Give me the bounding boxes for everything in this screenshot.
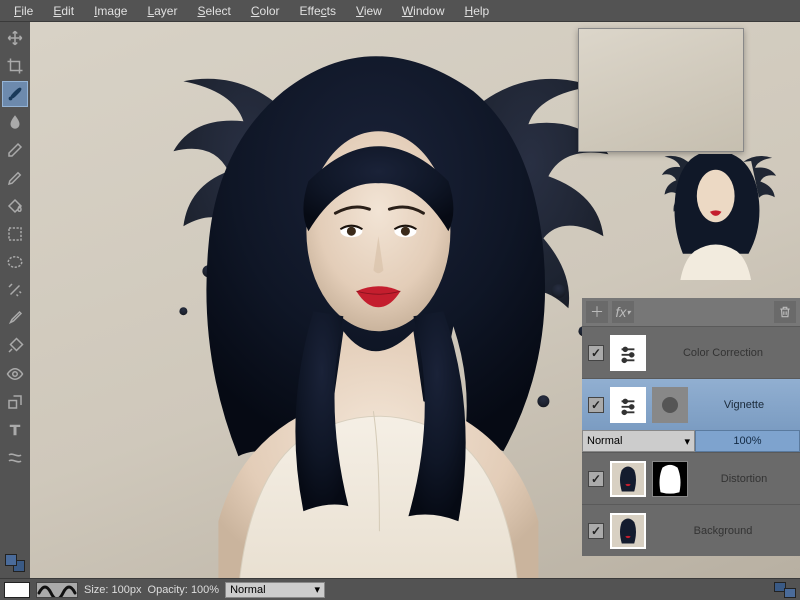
add-layer-button[interactable]: ＋ bbox=[586, 301, 608, 323]
text-tool[interactable] bbox=[2, 417, 28, 443]
layer-name: Background bbox=[652, 525, 794, 537]
layer-blend-row: Normal ▾ 100% bbox=[582, 430, 800, 452]
brush-color-swatch[interactable] bbox=[4, 582, 30, 598]
menu-color[interactable]: Color bbox=[241, 2, 290, 20]
layer-mask-thumbnail bbox=[652, 461, 688, 497]
heal-tool[interactable] bbox=[2, 333, 28, 359]
layer-fx-button[interactable]: fx▾ bbox=[612, 301, 634, 323]
menu-bar: File Edit Image Layer Select Color Effec… bbox=[0, 0, 800, 22]
clone-tool[interactable] bbox=[2, 389, 28, 415]
menu-help[interactable]: Help bbox=[455, 2, 500, 20]
menu-edit[interactable]: Edit bbox=[43, 2, 84, 20]
navigator-panel[interactable] bbox=[578, 28, 744, 152]
menu-view[interactable]: View bbox=[346, 2, 392, 20]
warp-tool[interactable] bbox=[2, 445, 28, 471]
layer-opacity-input[interactable]: 100% bbox=[695, 430, 800, 452]
layers-panel-header: ＋ fx▾ bbox=[582, 298, 800, 326]
canvas[interactable]: ＋ fx▾ Color Correction Vignette bbox=[30, 22, 800, 578]
layer-thumbnail bbox=[610, 387, 646, 423]
layer-row-background[interactable]: Background bbox=[582, 504, 800, 556]
layer-thumbnail bbox=[610, 335, 646, 371]
menu-file[interactable]: File bbox=[4, 2, 43, 20]
menu-image[interactable]: Image bbox=[84, 2, 137, 20]
layer-visibility-toggle[interactable] bbox=[588, 523, 604, 539]
menu-effects[interactable]: Effects bbox=[290, 2, 346, 20]
secondary-color-swatches[interactable] bbox=[774, 582, 796, 598]
color-swatches[interactable] bbox=[3, 552, 27, 574]
layer-row-color-correction[interactable]: Color Correction bbox=[582, 326, 800, 378]
color-picker-tool[interactable] bbox=[2, 305, 28, 331]
layer-thumbnail bbox=[610, 461, 646, 497]
crop-tool[interactable] bbox=[2, 53, 28, 79]
delete-layer-button[interactable] bbox=[774, 301, 796, 323]
magic-wand-tool[interactable] bbox=[2, 277, 28, 303]
chevron-down-icon: ▾ bbox=[684, 435, 690, 448]
move-tool[interactable] bbox=[2, 25, 28, 51]
brush-opacity-label: Opacity: 100% bbox=[148, 584, 220, 596]
foreground-color-swatch[interactable] bbox=[5, 554, 17, 566]
layer-row-vignette[interactable]: Vignette bbox=[582, 378, 800, 430]
fill-tool[interactable] bbox=[2, 193, 28, 219]
smudge-tool[interactable] bbox=[2, 109, 28, 135]
brush-tool[interactable] bbox=[2, 81, 28, 107]
layers-panel: ＋ fx▾ Color Correction Vignette bbox=[582, 298, 800, 556]
brush-blend-select[interactable]: Normal ▾ bbox=[225, 582, 325, 598]
menu-layer[interactable]: Layer bbox=[137, 2, 187, 20]
navigator-thumbnail bbox=[636, 154, 685, 282]
menu-window[interactable]: Window bbox=[392, 2, 455, 20]
layer-thumbnail bbox=[610, 513, 646, 549]
chevron-down-icon: ▾ bbox=[315, 583, 321, 596]
blend-mode-select[interactable]: Normal ▾ bbox=[582, 430, 695, 452]
eraser-tool[interactable] bbox=[2, 137, 28, 163]
brush-blend-value: Normal bbox=[230, 584, 265, 596]
layer-visibility-toggle[interactable] bbox=[588, 471, 604, 487]
brush-size-label: Size: 100px bbox=[84, 584, 142, 596]
visibility-tool[interactable] bbox=[2, 361, 28, 387]
blend-mode-value: Normal bbox=[587, 435, 622, 447]
canvas-image bbox=[113, 31, 633, 578]
layer-visibility-toggle[interactable] bbox=[588, 397, 604, 413]
layer-name: Color Correction bbox=[652, 347, 794, 359]
ellipse-select-tool[interactable] bbox=[2, 249, 28, 275]
layer-name: Vignette bbox=[694, 399, 794, 411]
tool-options-bar: Size: 100px Opacity: 100% Normal ▾ bbox=[0, 578, 800, 600]
rect-select-tool[interactable] bbox=[2, 221, 28, 247]
pencil-tool[interactable] bbox=[2, 165, 28, 191]
layer-mask-thumbnail bbox=[652, 387, 688, 423]
layer-name: Distortion bbox=[694, 473, 794, 485]
layer-row-distortion[interactable]: Distortion bbox=[582, 452, 800, 504]
tool-palette bbox=[0, 22, 30, 578]
menu-select[interactable]: Select bbox=[187, 2, 240, 20]
layer-visibility-toggle[interactable] bbox=[588, 345, 604, 361]
brush-stroke-preview[interactable] bbox=[36, 582, 78, 598]
spacer bbox=[748, 301, 770, 323]
